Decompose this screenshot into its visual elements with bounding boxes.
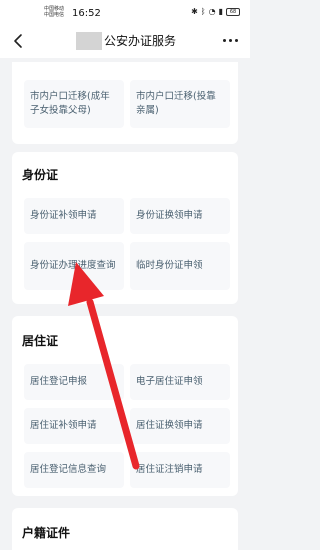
service-item[interactable]: 身份证补领申请 [24, 198, 124, 234]
status-bar: 中国移动 中国电信 16:52 ✱ ᛒ ◔ ▮ 68 [0, 0, 250, 24]
wifi-icon: ◔ [208, 7, 216, 16]
service-item[interactable]: 身份证办理进度查询 [24, 242, 124, 290]
service-item[interactable]: 临时身份证申领 [130, 242, 230, 290]
service-item[interactable]: 居住证注销申请 [130, 452, 230, 488]
section-title: 居住证 [22, 334, 59, 348]
card-household-register: 户籍证件 [12, 508, 238, 550]
status-icons: ✱ ᛒ ◔ ▮ 68 [191, 7, 240, 16]
nav-bar: 公安办证服务 [0, 24, 250, 58]
service-item[interactable]: 居住证补领申请 [24, 408, 124, 444]
signal-icon: ▮ [218, 7, 223, 16]
carrier-info: 中国移动 中国电信 [44, 6, 64, 18]
bluetooth-icon: ᛒ [200, 7, 206, 16]
service-item[interactable]: 电子居住证申领 [130, 364, 230, 400]
service-item[interactable]: 身份证换领申请 [130, 198, 230, 234]
clock: 16:52 [72, 8, 101, 19]
section-title: 户籍证件 [22, 526, 71, 540]
service-item[interactable]: 市内户口迁移(投靠亲属) [130, 80, 230, 128]
chevron-left-icon[interactable] [10, 32, 28, 50]
card-hukou-migration: 市内户口迁移(成年子女投靠父母) 市内户口迁移(投靠亲属) [12, 62, 238, 144]
more-dots-icon[interactable] [223, 39, 238, 42]
page-title: 公安办证服务 [104, 34, 177, 48]
card-id-card: 身份证 身份证补领申请 身份证换领申请 身份证办理进度查询 临时身份证申领 [12, 152, 238, 304]
service-item[interactable]: 居住登记申报 [24, 364, 124, 400]
card-residence-permit: 居住证 居住登记申报 电子居住证申领 居住证补领申请 居住证换领申请 居住登记信… [12, 316, 238, 496]
carrier-2: 中国电信 [44, 12, 65, 18]
service-item[interactable]: 居住证换领申请 [130, 408, 230, 444]
battery-icon: 68 [226, 7, 240, 16]
service-item[interactable]: 居住登记信息查询 [24, 452, 124, 488]
notification-icon: ✱ [191, 7, 198, 16]
section-title: 身份证 [22, 168, 59, 182]
service-item[interactable]: 市内户口迁移(成年子女投靠父母) [24, 80, 124, 128]
title-redaction [76, 32, 102, 50]
